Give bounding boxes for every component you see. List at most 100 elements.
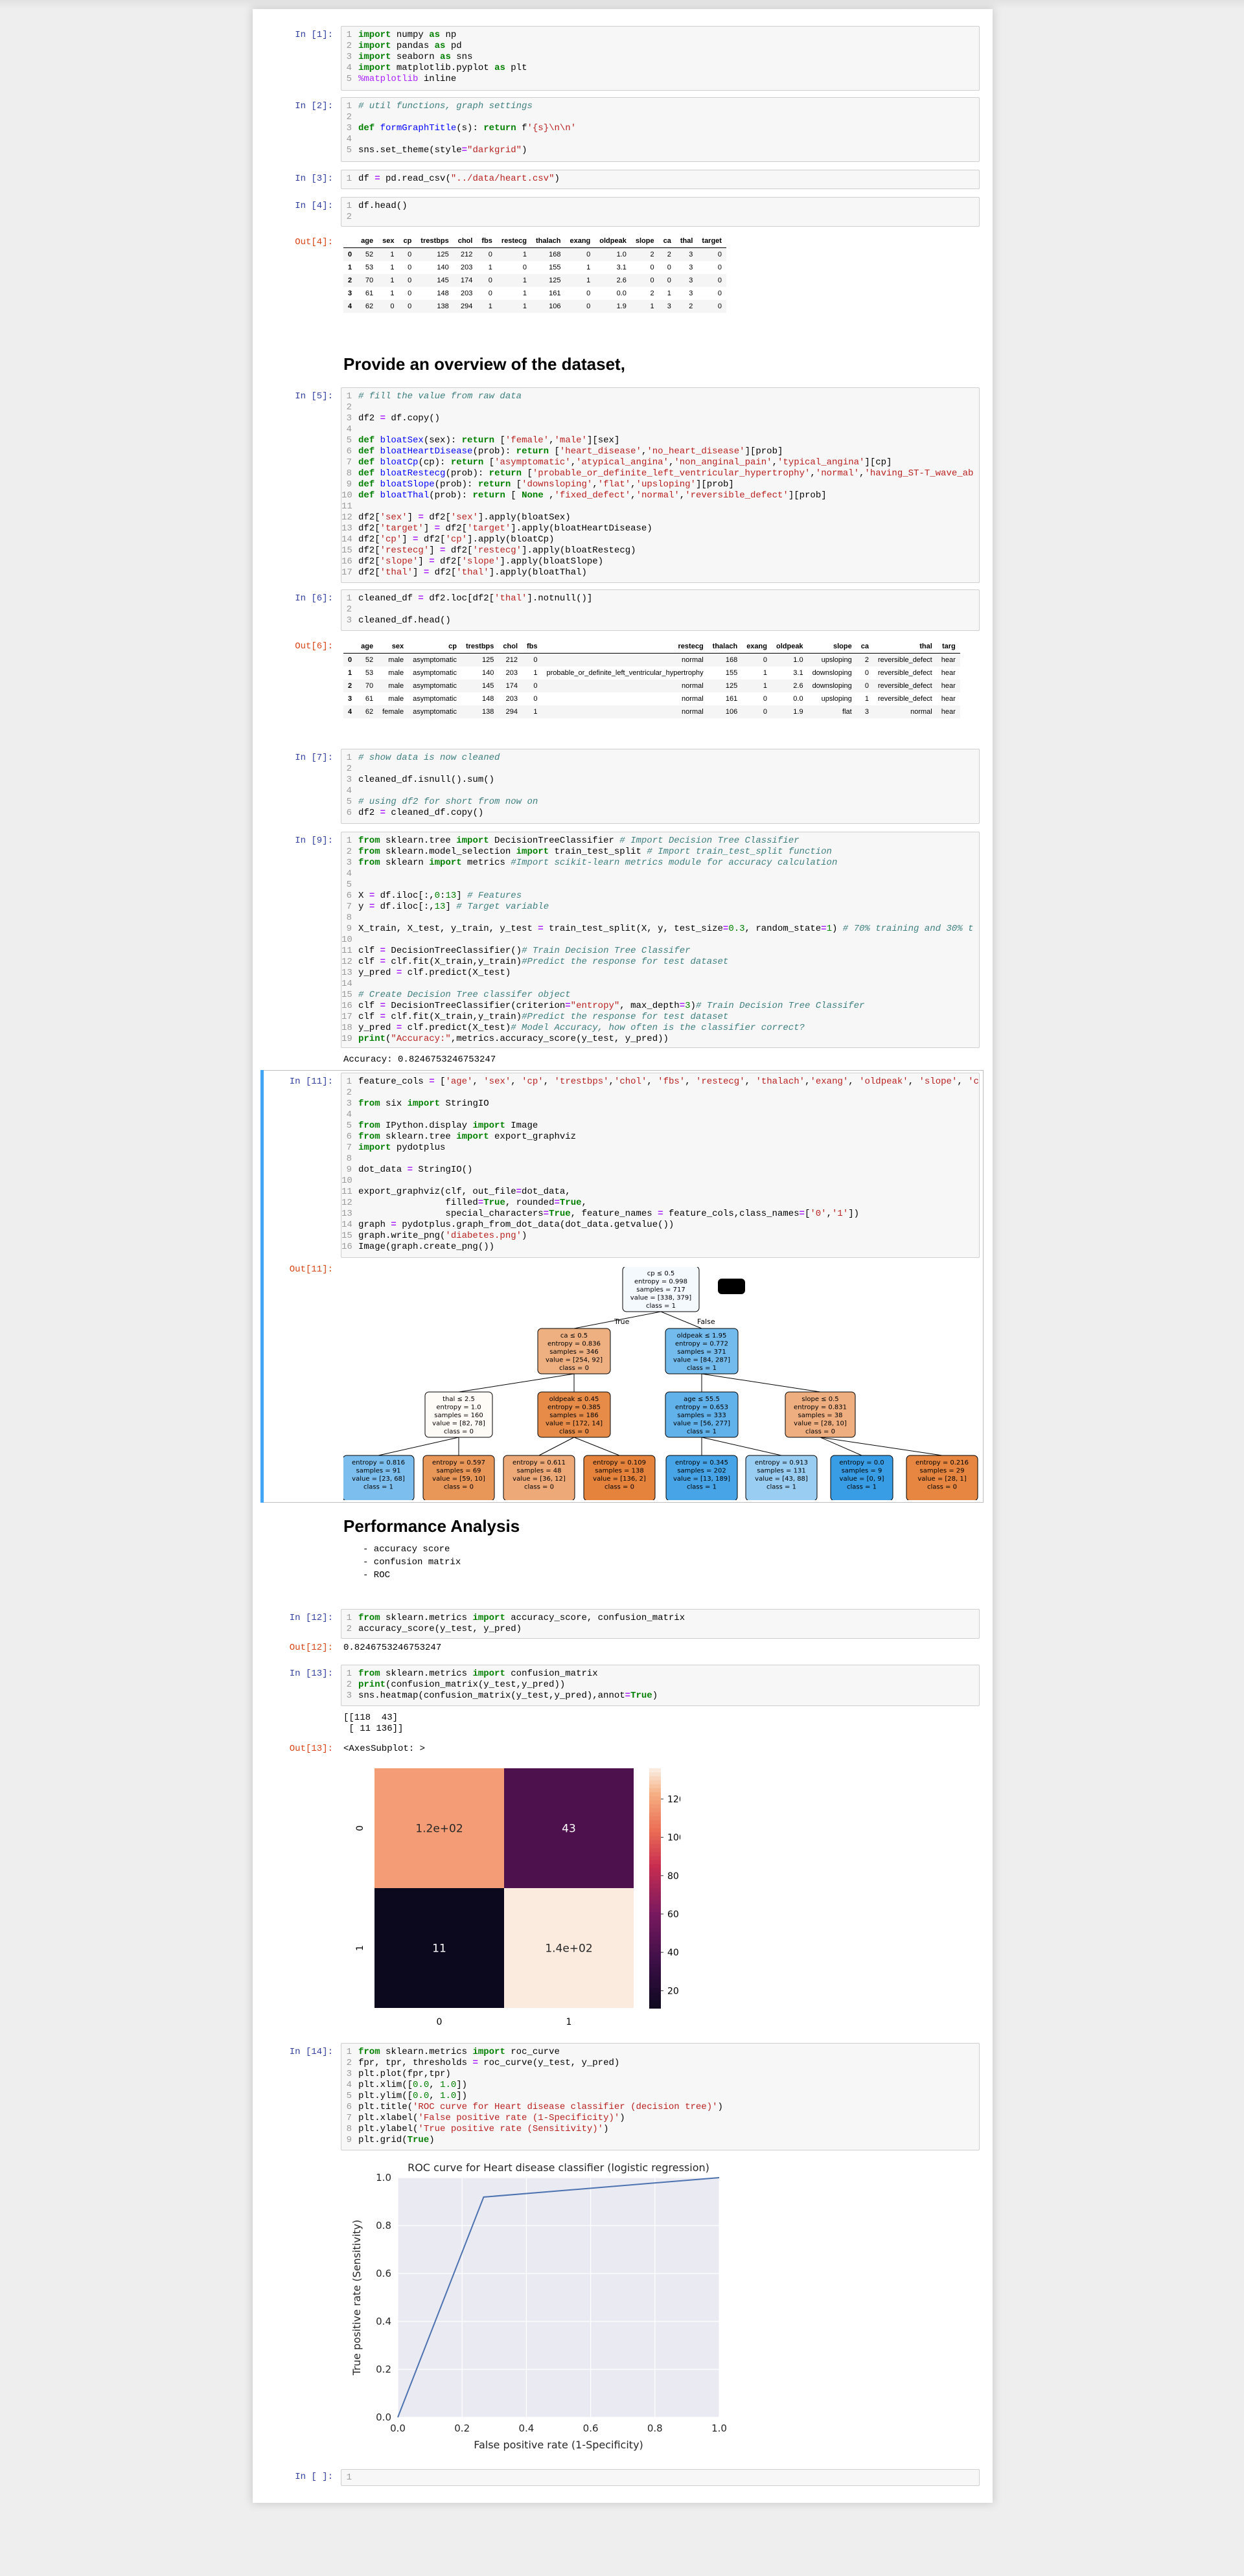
code-line[interactable]: 4 import matplotlib.pyplot as plt [341, 63, 979, 74]
code-line[interactable]: 5 plt.ylim([0.0, 1.0]) [341, 2091, 979, 2102]
code-line[interactable]: 7 plt.xlabel('False positive rate (1-Spec… [341, 2113, 979, 2124]
code-line[interactable]: 1 from sklearn.metrics import roc_curve [341, 2047, 979, 2058]
code-line[interactable]: 9 def bloatSlope(prob): return ['downslop… [341, 479, 979, 490]
code-line[interactable]: 3 plt.plot(fpr,tpr) [341, 2069, 979, 2080]
code-cell-decision-tree[interactable]: In [9]: 1 from sklearn.tree import Decisi… [266, 832, 980, 1066]
code-line[interactable]: 6 from sklearn.tree import export_graphvi… [341, 1132, 979, 1143]
code-line[interactable]: 12 df2['sex'] = df2['sex'].apply(bloatSex… [341, 512, 979, 523]
code-cell-bloat[interactable]: In [5]: 1 # fill the value from raw data 2… [266, 387, 980, 583]
code-line[interactable]: 11 export_graphviz(clf, out_file=dot_data… [341, 1187, 979, 1198]
code-editor[interactable]: 1 from sklearn.tree import DecisionTreeCl… [341, 832, 980, 1048]
code-line[interactable]: 1 from sklearn.metrics import confusion_m… [341, 1669, 979, 1680]
code-line[interactable]: 12 clf = clf.fit(X_train,y_train)#Predict… [341, 957, 979, 968]
code-line[interactable]: 3 def formGraphTitle(s): return f'{s}\n\n… [341, 123, 979, 134]
code-line[interactable]: 14 [341, 979, 979, 990]
code-line[interactable]: 4 [341, 134, 979, 145]
code-line[interactable]: 7 def bloatCp(cp): return ['asymptomatic'… [341, 457, 979, 468]
code-line[interactable]: 5 [341, 880, 979, 891]
code-line[interactable]: 5 # using df2 for short from now on [341, 797, 979, 808]
code-line[interactable]: 13 y_pred = clf.predict(X_test) [341, 968, 979, 979]
code-line[interactable]: 8 [341, 1154, 979, 1165]
code-line[interactable]: 6 df2 = cleaned_df.copy() [341, 808, 979, 819]
code-line[interactable]: 5 sns.set_theme(style="darkgrid") [341, 145, 979, 156]
code-line[interactable]: 12 filled=True, rounded=True, [341, 1198, 979, 1209]
code-line[interactable]: 16 clf = DecisionTreeClassifier(criterion… [341, 1001, 979, 1012]
code-cell-confusion[interactable]: In [13]: 1 from sklearn.metrics import co… [266, 1665, 980, 2053]
code-line[interactable]: 2 [341, 1088, 979, 1099]
code-editor-empty[interactable]: 1 [341, 2469, 980, 2486]
code-line[interactable]: 19 print("Accuracy:",metrics.accuracy_sco… [341, 1034, 979, 1045]
code-line[interactable]: 8 plt.ylabel('True positive rate (Sensiti… [341, 2124, 979, 2135]
code-editor[interactable]: 1 from sklearn.metrics import accuracy_sc… [341, 1609, 980, 1639]
code-editor[interactable]: 1 df = pd.read_csv("../data/heart.csv") [341, 170, 980, 189]
code-editor[interactable]: 1 # show data is now cleaned 2 3 cleaned_df.… [341, 749, 980, 824]
code-line[interactable]: 1 # show data is now cleaned [341, 753, 979, 764]
code-line[interactable]: 6 plt.title('ROC curve for Heart disease … [341, 2102, 979, 2113]
code-cell-imports[interactable]: In [1]: 1 import numpy as np 2 import panda… [266, 26, 980, 91]
code-line[interactable]: 14 graph = pydotplus.graph_from_dot_data(… [341, 1220, 979, 1231]
code-line[interactable]: 1 df.head() [341, 201, 979, 212]
code-line[interactable]: 4 [341, 786, 979, 797]
code-cell-graphviz[interactable]: In [11]: 1 feature_cols = ['age', 'sex', … [260, 1070, 984, 1503]
code-editor[interactable]: 1 from sklearn.metrics import roc_curve 2 f… [341, 2043, 980, 2150]
code-line[interactable]: 8 [341, 913, 979, 924]
code-editor[interactable]: 1 feature_cols = ['age', 'sex', 'cp', 'tr… [341, 1073, 980, 1258]
code-line[interactable]: 9 dot_data = StringIO() [341, 1165, 979, 1176]
code-editor[interactable]: 1 import numpy as np 2 import pandas as pd 3… [341, 26, 980, 91]
code-cell-head[interactable]: In [4]: 1 df.head() 2 Out[4]: age sex cp tres… [266, 197, 980, 339]
code-cell-accuracy[interactable]: In [12]: 1 from sklearn.metrics import ac… [266, 1609, 980, 1653]
code-line[interactable]: 2 [341, 212, 979, 223]
code-cell-read-csv[interactable]: In [3]: 1 df = pd.read_csv("../data/heart… [266, 170, 980, 189]
code-cell-cleaned[interactable]: In [6]: 1 cleaned_df = df2.loc[df2['thal'… [266, 589, 980, 745]
code-line[interactable]: 11 clf = DecisionTreeClassifier()# Train … [341, 946, 979, 957]
code-line[interactable]: 11 [341, 501, 979, 512]
code-line[interactable]: 3 cleaned_df.head() [341, 615, 979, 626]
code-line[interactable]: 7 import pydotplus [341, 1143, 979, 1154]
code-line[interactable]: 1 cleaned_df = df2.loc[df2['thal'].notnul… [341, 593, 979, 604]
code-line[interactable]: 9 plt.grid(True) [341, 2135, 979, 2146]
code-editor[interactable]: 1 # fill the value from raw data 2 3 df2 = d… [341, 387, 980, 583]
code-line[interactable]: 4 plt.xlim([0.0, 1.0]) [341, 2080, 979, 2091]
code-line[interactable]: 1 # util functions, graph settings [341, 101, 979, 112]
code-line[interactable]: 16 df2['slope'] = df2['slope'].apply(bloa… [341, 556, 979, 567]
code-line[interactable]: 5 %matplotlib inline [341, 74, 979, 85]
code-line[interactable]: 5 from IPython.display import Image [341, 1121, 979, 1132]
code-line[interactable]: 2 [341, 112, 979, 123]
code-line[interactable]: 1 feature_cols = ['age', 'sex', 'cp', 'tr… [341, 1077, 979, 1088]
code-line[interactable]: 13 df2['target'] = df2['target'].apply(bl… [341, 523, 979, 534]
code-line[interactable]: 18 y_pred = clf.predict(X_test)# Model Ac… [341, 1023, 979, 1034]
code-line[interactable]: 7y = df.iloc[:,13] # Target variable [341, 902, 979, 913]
code-line[interactable]: 1 df = pd.read_csv("../data/heart.csv") [341, 174, 979, 185]
code-line[interactable]: 15 df2['restecg'] = df2['restecg'].apply(… [341, 545, 979, 556]
code-cell-roc[interactable]: In [14]: 1 from sklearn.metrics import ro… [266, 2043, 980, 2457]
code-line[interactable]: 14 df2['cp'] = df2['cp'].apply(bloatCp) [341, 534, 979, 545]
code-line[interactable]: 2 import pandas as pd [341, 41, 979, 52]
code-cell-empty[interactable]: In [ ]: 1 [266, 2469, 980, 2486]
code-line[interactable]: 2 [341, 402, 979, 413]
code-line[interactable]: 10 def bloatThal(prob): return [ None ,'f… [341, 490, 979, 501]
code-line[interactable]: 2 [341, 764, 979, 775]
code-line[interactable]: 1 from sklearn.metrics import accuracy_sc… [341, 1613, 979, 1624]
code-line[interactable]: 10 [341, 1176, 979, 1187]
code-cell-utils[interactable]: In [2]: 1 # util functions, graph setting… [266, 97, 980, 162]
code-line[interactable]: 16 Image(graph.create_png()) [341, 1242, 979, 1253]
code-line[interactable]: 3 from sklearn import metrics #Import sci… [341, 858, 979, 869]
code-editor[interactable]: 1 # util functions, graph settings 2 3 def f… [341, 97, 980, 162]
code-line[interactable]: 6X = df.iloc[:,0:13] # Features [341, 891, 979, 902]
code-cell-isnull[interactable]: In [7]: 1 # show data is now cleaned 2 3 cle… [266, 749, 980, 824]
code-line[interactable]: 17 clf = clf.fit(X_train,y_train)#Predict… [341, 1012, 979, 1023]
code-line[interactable]: 10 [341, 935, 979, 946]
code-line[interactable]: 4 [341, 1110, 979, 1121]
code-line[interactable]: 4 [341, 424, 979, 435]
code-line[interactable]: 2 fpr, tpr, thresholds = roc_curve(y_test… [341, 2058, 979, 2069]
code-editor[interactable]: 1 from sklearn.metrics import confusion_m… [341, 1665, 980, 1706]
code-line[interactable]: 2 print(confusion_matrix(y_test,y_pred)) [341, 1680, 979, 1691]
code-line[interactable]: 3 from six import StringIO [341, 1099, 979, 1110]
code-line[interactable]: 9 X_train, X_test, y_train, y_test = trai… [341, 924, 979, 935]
code-line[interactable]: 1 import numpy as np [341, 30, 979, 41]
code-line[interactable]: 3 import seaborn as sns [341, 52, 979, 63]
code-line[interactable]: 2 from sklearn.model_selection import tra… [341, 847, 979, 858]
code-editor[interactable]: 1 df.head() 2 [341, 197, 980, 227]
code-line[interactable]: 4 [341, 869, 979, 880]
code-line[interactable]: 17 df2['thal'] = df2['thal'].apply(bloatT… [341, 567, 979, 578]
